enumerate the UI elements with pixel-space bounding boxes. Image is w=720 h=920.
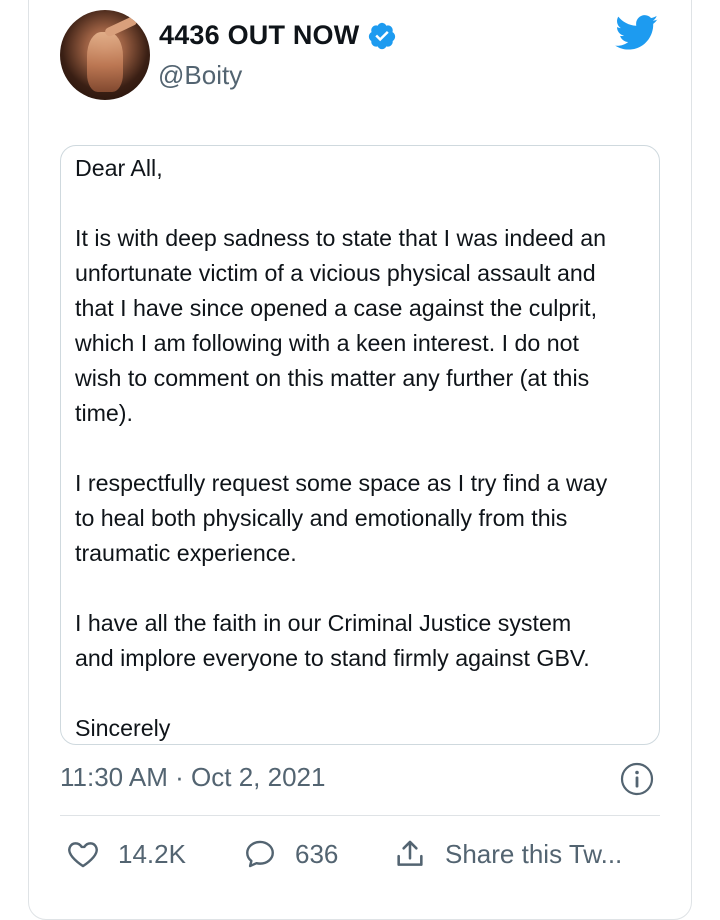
letter-line: to heal both physically and emotionally … bbox=[75, 505, 568, 531]
like-button[interactable]: 14.2K bbox=[66, 837, 186, 871]
info-icon[interactable] bbox=[620, 762, 654, 796]
letter-line: Sincerely bbox=[75, 715, 171, 741]
reply-icon bbox=[246, 840, 274, 868]
letter-line: I respectfully request some space as I t… bbox=[75, 470, 608, 496]
letter-line: I have all the faith in our Criminal Jus… bbox=[75, 610, 572, 636]
display-name[interactable]: 4436 OUT NOW bbox=[159, 20, 359, 51]
statement-image[interactable]: Dear All, It is with deep sadness to sta… bbox=[60, 145, 660, 745]
letter-line: It is with deep sadness to state that I … bbox=[75, 225, 607, 251]
tweet-timestamp[interactable]: 11:30 AM · Oct 2, 2021 bbox=[60, 762, 325, 793]
letter-line: wish to comment on this matter any furth… bbox=[75, 365, 590, 391]
like-count: 14.2K bbox=[118, 838, 186, 869]
share-button[interactable]: Share this Tw... bbox=[393, 837, 622, 871]
letter-line: Dear All, bbox=[75, 155, 163, 181]
heart-icon bbox=[68, 842, 98, 868]
reply-count: 636 bbox=[295, 838, 339, 869]
twitter-bird-icon[interactable] bbox=[615, 15, 659, 51]
letter-line: traumatic experience. bbox=[75, 540, 297, 566]
share-icon bbox=[397, 840, 423, 866]
letter-line: and implore everyone to stand firmly aga… bbox=[75, 645, 590, 671]
name-row: 4436 OUT NOW bbox=[159, 20, 397, 51]
letter-line: which I am following with a keen interes… bbox=[75, 330, 579, 356]
letter-line: that I have since opened a case against … bbox=[75, 295, 598, 321]
verified-badge-icon bbox=[369, 22, 396, 49]
avatar-figure bbox=[87, 32, 123, 92]
user-handle[interactable]: @Boity bbox=[158, 60, 242, 91]
reply-button[interactable]: 636 bbox=[243, 837, 338, 871]
letter-line: time). bbox=[75, 400, 133, 426]
avatar[interactable] bbox=[60, 10, 150, 100]
divider bbox=[60, 815, 660, 816]
share-label: Share this Tw... bbox=[445, 838, 623, 869]
avatar-arm bbox=[103, 15, 139, 38]
letter-line: unfortunate victim of a vicious physical… bbox=[75, 260, 596, 286]
